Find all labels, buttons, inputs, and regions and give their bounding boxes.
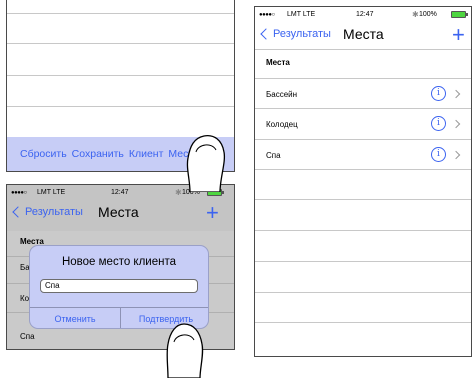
back-label: Результаты <box>25 206 83 218</box>
chevron-right-icon <box>451 119 461 129</box>
new-place-dialog: Новое место клиента Спа Отменить Подтвер… <box>29 245 209 329</box>
chevron-right-icon <box>451 89 461 99</box>
row-divider <box>255 322 471 323</box>
chevron-left-icon <box>12 206 24 218</box>
signal-icon: ●●●●○ <box>11 190 27 196</box>
info-icon[interactable]: i <box>431 147 446 162</box>
row-divider <box>7 75 234 76</box>
list-item-label[interactable]: Бассейн <box>266 90 297 99</box>
cancel-button[interactable]: Отменить <box>30 308 120 328</box>
row-divider <box>7 13 234 14</box>
list-item-label[interactable]: Колодец <box>266 120 298 129</box>
dialog-title: Новое место клиента <box>61 256 177 268</box>
row-divider <box>255 199 471 200</box>
list-item-label[interactable]: Ко <box>20 294 29 303</box>
row-divider <box>255 292 471 293</box>
navigation-bar: Результаты Места + <box>7 202 234 227</box>
clock: 12:47 <box>111 189 129 196</box>
list-item-label[interactable]: Спа <box>20 332 35 341</box>
back-button[interactable]: Результаты <box>11 206 83 218</box>
reset-button[interactable]: Сбросить <box>20 148 67 160</box>
carrier-label: LMT LTE <box>287 11 316 18</box>
place-name-input[interactable]: Спа <box>40 279 198 293</box>
info-icon[interactable]: i <box>431 86 446 101</box>
tap-finger-icon <box>186 134 226 192</box>
tap-finger-icon <box>166 323 204 378</box>
carrier-label: LMT LTE <box>37 189 66 196</box>
add-icon[interactable]: + <box>452 24 465 46</box>
navigation-bar: Результаты Места + <box>255 24 471 49</box>
info-icon[interactable]: i <box>431 116 446 131</box>
battery-percent: 100% <box>419 11 437 18</box>
page-title: Места <box>343 26 384 42</box>
clock: 12:47 <box>356 11 374 18</box>
row-divider <box>255 230 471 231</box>
row-divider <box>255 78 471 79</box>
row-divider <box>255 261 471 262</box>
nav-divider <box>255 49 471 50</box>
phone-screen-places: ●●●●○ LMT LTE 12:47 ✱ 100% Результаты Ме… <box>254 6 472 357</box>
battery-icon <box>451 11 468 18</box>
signal-icon: ●●●●○ <box>259 12 275 18</box>
back-button[interactable]: Результаты <box>259 28 331 40</box>
bluetooth-icon: ✱ <box>412 10 419 19</box>
row-divider <box>255 108 471 109</box>
list-item-label[interactable]: Спа <box>266 151 281 160</box>
status-bar: ●●●●○ LMT LTE 12:47 ✱ 100% <box>255 7 471 25</box>
section-header: Места <box>266 58 290 67</box>
save-button[interactable]: Сохранить <box>72 148 124 160</box>
row-divider <box>255 139 471 140</box>
add-icon[interactable]: + <box>206 202 219 224</box>
page-title: Места <box>98 204 139 220</box>
back-label: Результаты <box>273 28 331 40</box>
row-divider <box>7 43 234 44</box>
row-divider <box>7 106 234 107</box>
client-button[interactable]: Клиент <box>129 148 164 160</box>
row-divider <box>255 169 471 170</box>
chevron-left-icon <box>260 28 272 40</box>
chevron-right-icon <box>451 150 461 160</box>
